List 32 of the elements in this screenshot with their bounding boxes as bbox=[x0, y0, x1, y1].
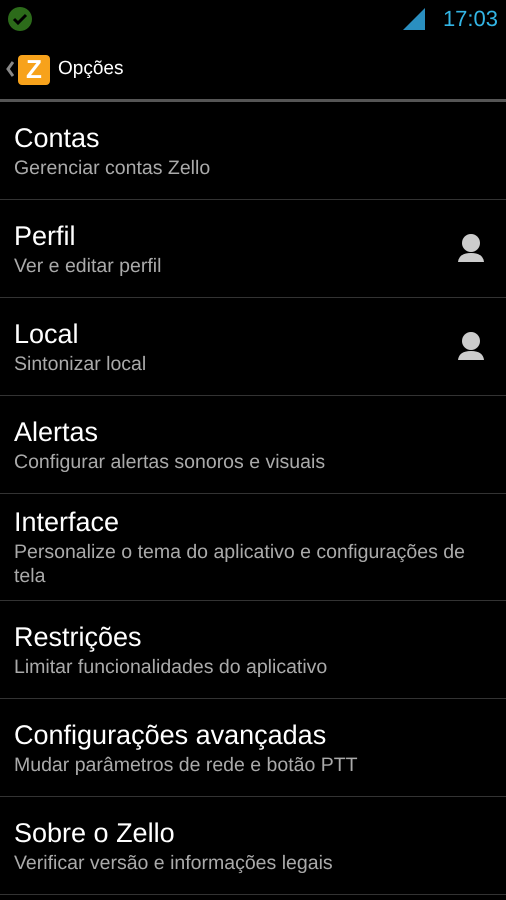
item-title: Alertas bbox=[14, 416, 100, 448]
item-summary: Sintonizar local bbox=[14, 352, 148, 376]
item-summary: Configurar alertas sonoros e visuais bbox=[14, 450, 326, 474]
item-summary: Mudar parâmetros de rede e botão PTT bbox=[14, 752, 359, 776]
item-title: Perfil bbox=[14, 220, 77, 252]
item-summary: Ver e editar perfil bbox=[14, 254, 162, 278]
item-summary: Verificar versão e informações legais bbox=[14, 850, 334, 874]
settings-item[interactable]: Contas Gerenciar contas Zello bbox=[0, 102, 506, 200]
screen-title: Opções bbox=[58, 58, 124, 80]
settings-item[interactable]: Perfil Ver e editar perfil bbox=[0, 200, 506, 298]
item-title: Local bbox=[14, 318, 80, 350]
settings-item[interactable]: Configurações avançadas Mudar parâmetros de rede e botão PTT bbox=[0, 699, 506, 797]
app-logo: Z bbox=[18, 54, 50, 84]
item-summary: Limitar funcionalidades do aplicativo bbox=[14, 654, 328, 678]
settings-item[interactable]: Restrições Limitar funcionalidades do aplicativo bbox=[0, 601, 506, 699]
check-icon bbox=[8, 7, 32, 31]
item-summary: Personalize o tema do aplicativo e configurações de tela bbox=[14, 540, 466, 588]
settings-item[interactable]: Local Sintonizar local bbox=[0, 298, 506, 396]
item-summary: Gerenciar contas Zello bbox=[14, 156, 212, 180]
item-title: Interface bbox=[14, 506, 120, 539]
signal-icon bbox=[402, 8, 425, 30]
person-icon bbox=[458, 332, 484, 360]
person-icon bbox=[458, 234, 484, 262]
status-time: 17:03 bbox=[442, 6, 498, 32]
settings-item[interactable]: Interface Personalize o tema do aplicativo e configurações de tela bbox=[0, 494, 506, 601]
item-title: Restrições bbox=[14, 620, 143, 654]
item-title: Sobre o Zello bbox=[14, 816, 176, 850]
settings-item[interactable]: Alertas Configurar alertas sonoros e visuais bbox=[0, 396, 506, 494]
item-title: Configurações avançadas bbox=[14, 718, 328, 752]
back-chevron-icon bbox=[6, 60, 14, 76]
item-title: Contas bbox=[14, 122, 101, 154]
settings-item[interactable]: Sobre o Zello Verificar versão e informações legais bbox=[0, 797, 506, 895]
